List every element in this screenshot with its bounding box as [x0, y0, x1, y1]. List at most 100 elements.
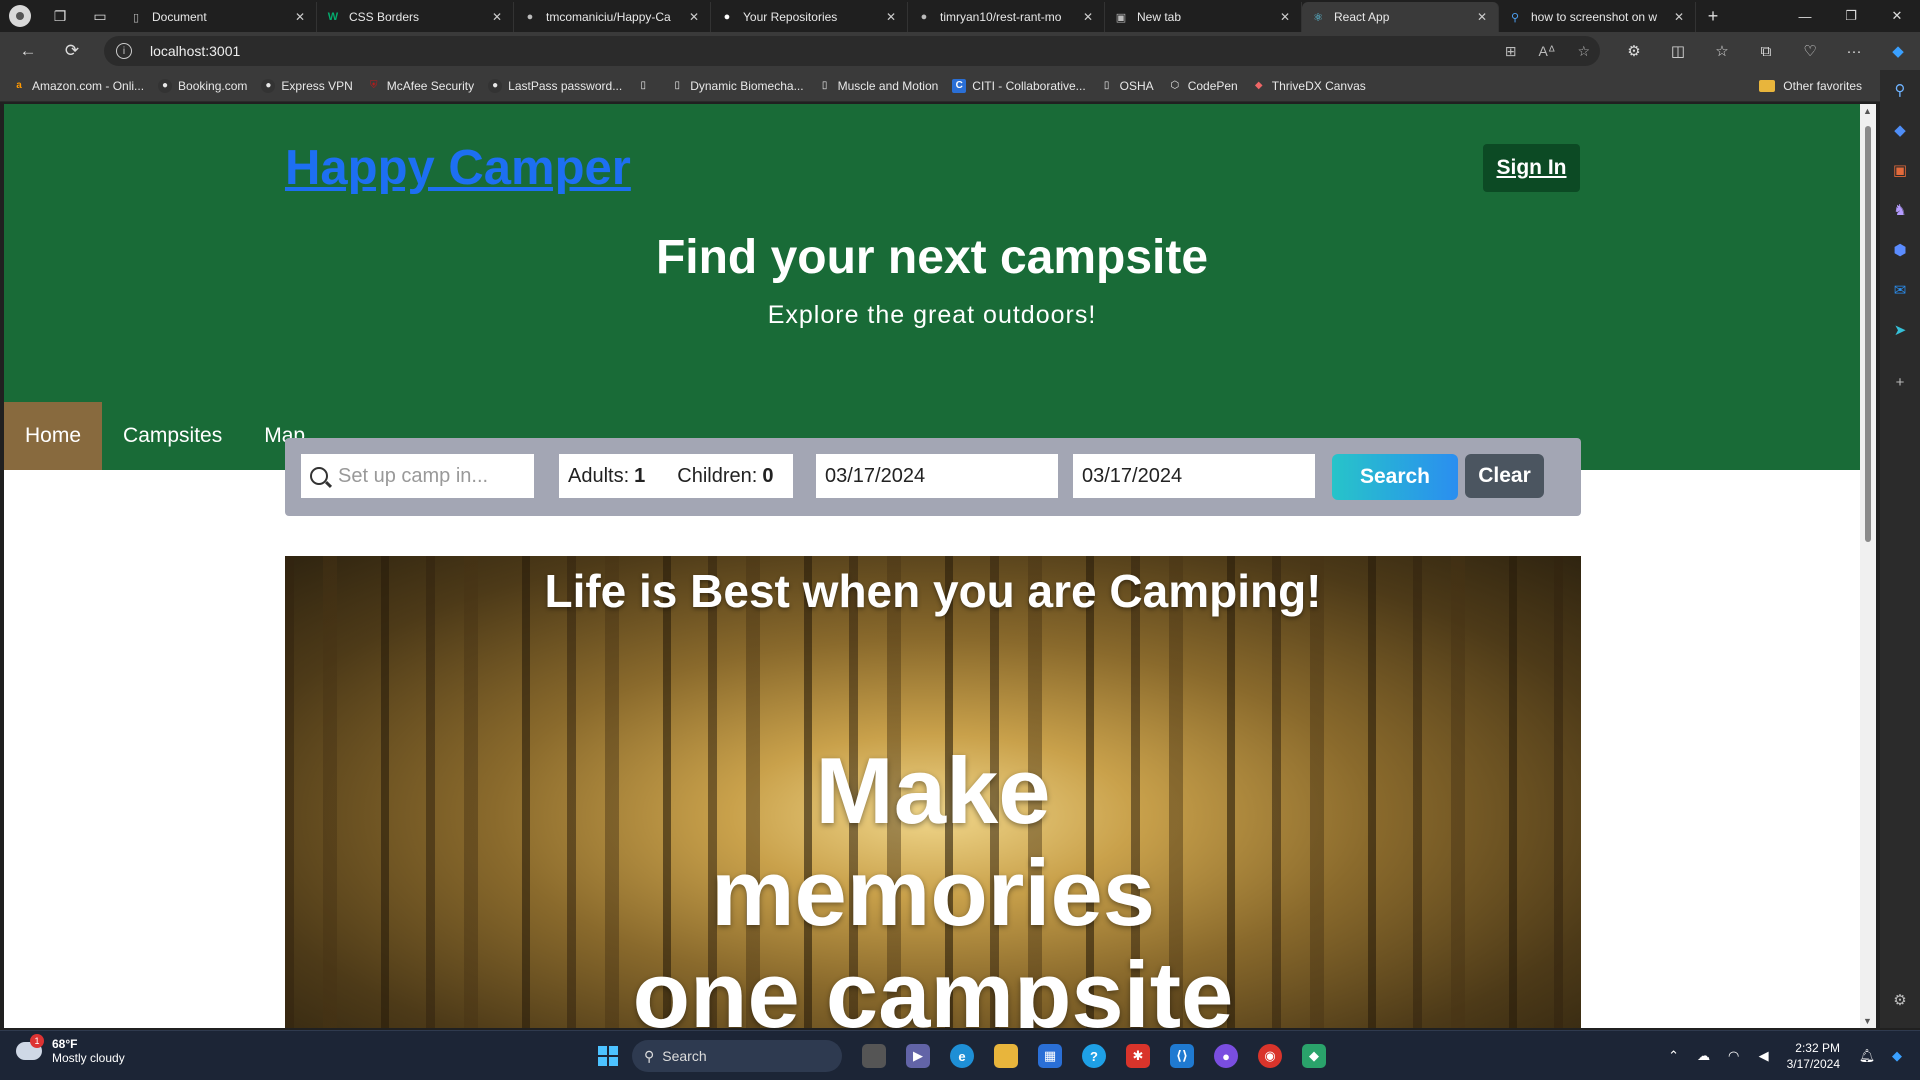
- favorites-icon[interactable]: ☆: [1700, 42, 1744, 60]
- file-explorer-icon[interactable]: [984, 1038, 1028, 1074]
- system-tray: ⌃ ☁ ◠ ◀ 2:32 PM 3/17/2024 🔔︎ ◆: [1659, 1031, 1920, 1080]
- scrollbar-thumb[interactable]: [1865, 126, 1871, 542]
- scroll-up-icon[interactable]: ▲: [1863, 106, 1872, 116]
- scroll-down-icon[interactable]: ▼: [1863, 1016, 1872, 1026]
- collections-icon[interactable]: ⧉: [1744, 43, 1788, 60]
- task-view-icon[interactable]: [852, 1038, 896, 1074]
- codepen-icon: ⬡: [1170, 80, 1180, 91]
- copilot-icon[interactable]: ◆: [1876, 42, 1920, 60]
- speaker-icon[interactable]: ◀: [1749, 1048, 1779, 1064]
- github-desktop-icon[interactable]: ●: [1204, 1038, 1248, 1074]
- search-icon[interactable]: ⚲: [1880, 70, 1920, 110]
- close-window-icon[interactable]: ✕: [1874, 0, 1920, 32]
- browser-tab-active[interactable]: ⚛ React App ✕: [1302, 2, 1499, 32]
- favorite-link[interactable]: ⬡ CodePen: [1168, 79, 1237, 93]
- nav-campsites[interactable]: Campsites: [102, 402, 243, 470]
- microsoft365-icon[interactable]: ⬢: [1880, 230, 1920, 270]
- favorite-link[interactable]: ▯ OSHA: [1100, 79, 1154, 93]
- back-icon[interactable]: ←: [10, 35, 46, 67]
- games-icon[interactable]: ♞: [1880, 190, 1920, 230]
- workspaces-icon[interactable]: ❐: [40, 0, 80, 32]
- chevron-up-icon[interactable]: ⌃: [1659, 1048, 1689, 1064]
- sign-in-button[interactable]: Sign In: [1483, 144, 1580, 192]
- copilot-icon[interactable]: ◆: [1882, 1048, 1912, 1064]
- page-scrollbar[interactable]: ▲ ▼: [1860, 104, 1876, 1028]
- site-info-icon[interactable]: i: [116, 43, 132, 59]
- favorite-link[interactable]: ● Booking.com: [158, 78, 247, 93]
- restore-icon[interactable]: ❐: [1828, 0, 1874, 32]
- close-tab-icon[interactable]: ✕: [489, 10, 505, 24]
- check-in-date-input[interactable]: 03/17/2024: [816, 454, 1058, 498]
- browser-tab[interactable]: ⚲ how to screenshot on w ✕: [1499, 2, 1696, 32]
- add-icon[interactable]: +: [1880, 362, 1920, 402]
- brand-link[interactable]: Happy Camper: [285, 140, 631, 196]
- microsoft-store-icon[interactable]: ▦: [1028, 1038, 1072, 1074]
- profile-avatar[interactable]: [0, 0, 40, 32]
- onedrive-icon[interactable]: ☁: [1689, 1048, 1719, 1064]
- close-tab-icon[interactable]: ✕: [883, 10, 899, 24]
- location-input[interactable]: Set up camp in...: [301, 454, 534, 498]
- browser-tab[interactable]: ● Your Repositories ✕: [711, 2, 908, 32]
- close-tab-icon[interactable]: ✕: [1671, 10, 1687, 24]
- clock[interactable]: 2:32 PM 3/17/2024: [1787, 1040, 1840, 1072]
- more-menu-icon[interactable]: ···: [1832, 43, 1876, 60]
- browser-tab[interactable]: W CSS Borders ✕: [317, 2, 514, 32]
- other-favorites[interactable]: Other favorites: [1759, 70, 1862, 102]
- browser-essentials-icon[interactable]: ♡: [1788, 42, 1832, 60]
- hero-header: Happy Camper Sign In Find your next camp…: [4, 104, 1860, 470]
- check-out-date-input[interactable]: 03/17/2024: [1073, 454, 1315, 498]
- close-tab-icon[interactable]: ✕: [292, 10, 308, 24]
- git-kraken-icon[interactable]: ◆: [1292, 1038, 1336, 1074]
- taskbar-search[interactable]: ⚲ Search: [632, 1040, 842, 1072]
- browser-tab[interactable]: ▯ Document ✕: [120, 2, 317, 32]
- weather-widget[interactable]: 1 68°F Mostly cloudy: [16, 1034, 125, 1065]
- nav-home[interactable]: Home: [4, 402, 103, 470]
- url-bar[interactable]: i localhost:3001 ⊞ Aᐞ ☆: [104, 36, 1600, 66]
- edge-browser-icon[interactable]: e: [940, 1038, 984, 1074]
- settings-gear-icon[interactable]: ⚙: [1880, 980, 1920, 1020]
- favorite-link[interactable]: ◆ ThriveDX Canvas: [1252, 79, 1366, 93]
- cloud-icon: 1: [16, 1034, 44, 1060]
- teams-chat-icon[interactable]: ▶: [896, 1038, 940, 1074]
- favorite-link[interactable]: ▯ Dynamic Biomecha...: [670, 79, 803, 93]
- guests-selector[interactable]: Adults: 1 Children: 0: [559, 454, 793, 498]
- new-tab-button[interactable]: +: [1696, 6, 1730, 27]
- outlook-icon[interactable]: ✉: [1880, 270, 1920, 310]
- drop-icon[interactable]: ➤: [1880, 310, 1920, 350]
- banner-headline: Make memories one campsite: [632, 738, 1234, 1029]
- favorite-link[interactable]: a Amazon.com - Onli...: [12, 79, 144, 93]
- favorite-link[interactable]: ● LastPass password...: [488, 78, 622, 93]
- start-windows-icon[interactable]: [590, 1038, 626, 1074]
- browser-tab[interactable]: ● timryan10/rest-rant-mo ✕: [908, 2, 1105, 32]
- close-tab-icon[interactable]: ✕: [1474, 10, 1490, 24]
- wifi-icon[interactable]: ◠: [1719, 1048, 1749, 1064]
- close-tab-icon[interactable]: ✕: [1277, 10, 1293, 24]
- favorite-link[interactable]: ▯ Muscle and Motion: [818, 79, 938, 93]
- chrome-icon[interactable]: ◉: [1248, 1038, 1292, 1074]
- help-icon[interactable]: ?: [1072, 1038, 1116, 1074]
- read-aloud-icon[interactable]: Aᐞ: [1538, 43, 1555, 60]
- browser-tab[interactable]: ● tmcomaniciu/Happy-Ca ✕: [514, 2, 711, 32]
- vscode-icon[interactable]: ⟨⟩: [1160, 1038, 1204, 1074]
- shopping-tag-icon[interactable]: ◆: [1880, 110, 1920, 150]
- tools-icon[interactable]: ▣: [1880, 150, 1920, 190]
- favorite-star-icon[interactable]: ☆: [1577, 43, 1590, 60]
- app-available-icon[interactable]: ⊞: [1505, 43, 1517, 60]
- minimize-icon[interactable]: —: [1782, 0, 1828, 32]
- search-button[interactable]: Search: [1332, 454, 1458, 500]
- split-screen-icon[interactable]: ◫: [1656, 42, 1700, 60]
- refresh-icon[interactable]: ⟳: [54, 35, 90, 67]
- favorite-link[interactable]: C CITI - Collaborative...: [952, 78, 1086, 93]
- red-app-icon[interactable]: ✱: [1116, 1038, 1160, 1074]
- vertical-tabs-icon[interactable]: ▭: [80, 0, 120, 32]
- clear-button[interactable]: Clear: [1465, 454, 1544, 498]
- close-tab-icon[interactable]: ✕: [1080, 10, 1096, 24]
- favorite-link[interactable]: ● Express VPN: [261, 78, 353, 93]
- notification-bell-icon[interactable]: 🔔︎: [1852, 1048, 1882, 1064]
- extensions-icon[interactable]: ⚙: [1612, 42, 1656, 60]
- browser-tab[interactable]: ▣ New tab ✕: [1105, 2, 1302, 32]
- favorite-link[interactable]: ⛨ McAfee Security: [367, 79, 474, 93]
- favorite-link[interactable]: ▯: [636, 79, 656, 93]
- close-tab-icon[interactable]: ✕: [686, 10, 702, 24]
- page-viewport: Happy Camper Sign In Find your next camp…: [4, 104, 1860, 1028]
